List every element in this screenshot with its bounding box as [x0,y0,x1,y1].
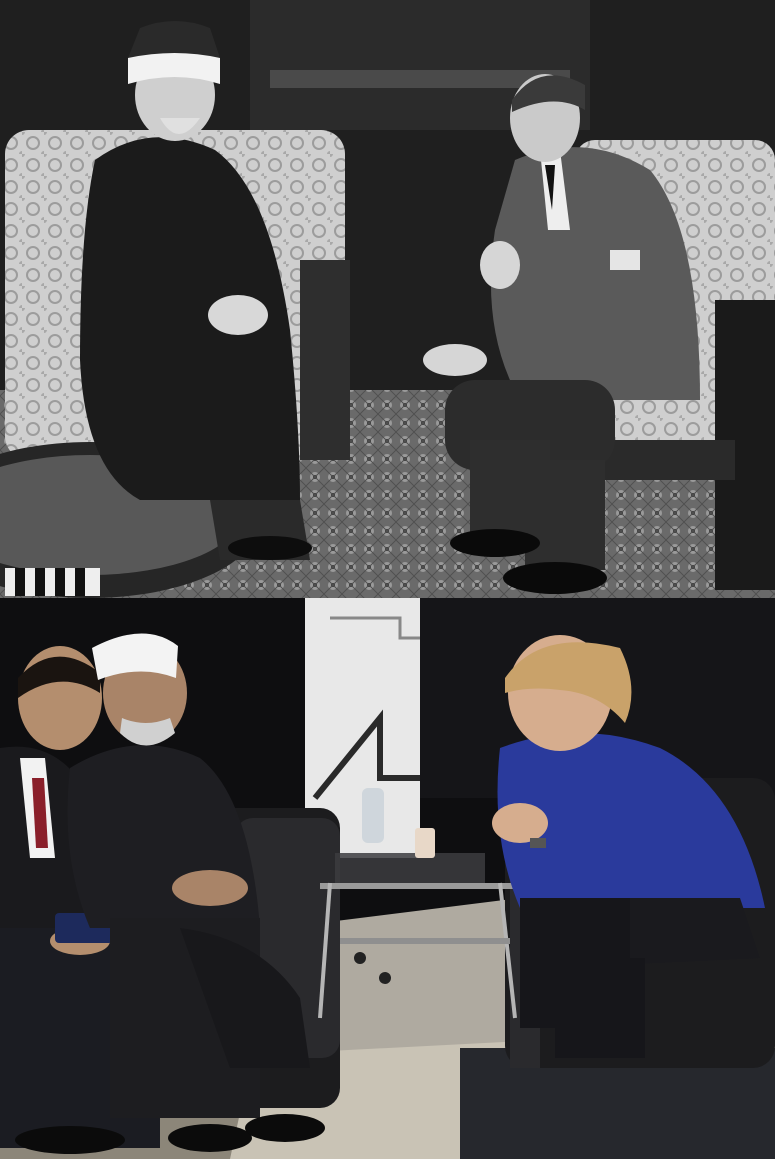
bottom-photo-illustration [0,598,775,1159]
paper-cup [415,828,435,858]
photo-panel-top [0,0,775,598]
striped-object [5,568,100,596]
photo-panel-bottom [0,598,775,1159]
water-bottle [362,788,384,843]
left-sofa-arm [300,260,350,460]
top-photo-illustration [0,0,775,598]
